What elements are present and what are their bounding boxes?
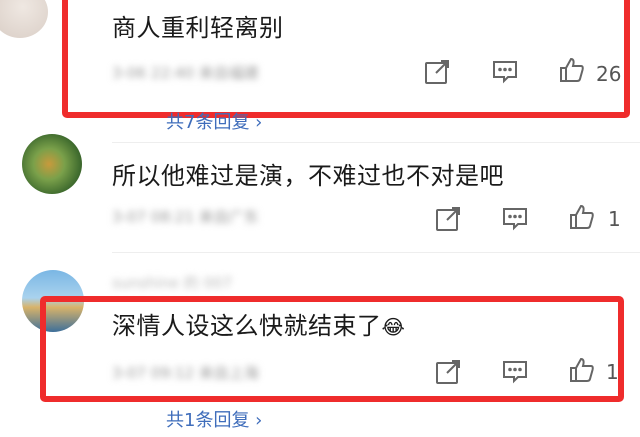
share-icon[interactable] (434, 205, 462, 233)
comment-text: 深情人设这么快就结束了😂 (112, 306, 405, 341)
avatar[interactable] (22, 134, 82, 194)
replies-link[interactable]: 共7条回复 › (166, 108, 262, 134)
like-icon[interactable] (568, 203, 596, 231)
comment-text: 商人重利轻离别 (112, 14, 284, 42)
comment-icon[interactable] (501, 358, 529, 386)
comment-meta: 3-07 08:21 来自广东 (112, 208, 259, 226)
comment-text: 所以他难过是演，不难过也不对是吧 (112, 162, 504, 190)
like-count: 1 (608, 207, 621, 231)
like-count: 1 (606, 360, 619, 384)
like-count: 26 (596, 62, 622, 86)
comment-icon[interactable] (491, 58, 519, 86)
divider (112, 252, 640, 253)
comment-meta: 3-06 22:40 来自福建 (112, 64, 259, 82)
share-icon[interactable] (423, 58, 451, 86)
replies-link[interactable]: 共1条回复 › (166, 406, 262, 432)
share-icon[interactable] (434, 358, 462, 386)
divider (112, 142, 640, 143)
comment-icon[interactable] (501, 205, 529, 233)
username[interactable]: sunshine 的 007 (112, 272, 232, 293)
comment-text-content: 深情人设这么快就结束了 (112, 312, 382, 340)
like-icon[interactable] (558, 56, 586, 84)
comment-meta: 3-07 09:12 来自上海 (112, 364, 259, 382)
laugh-cry-emoji-icon: 😂 (381, 315, 406, 339)
like-icon[interactable] (568, 356, 596, 384)
avatar[interactable] (0, 0, 48, 38)
